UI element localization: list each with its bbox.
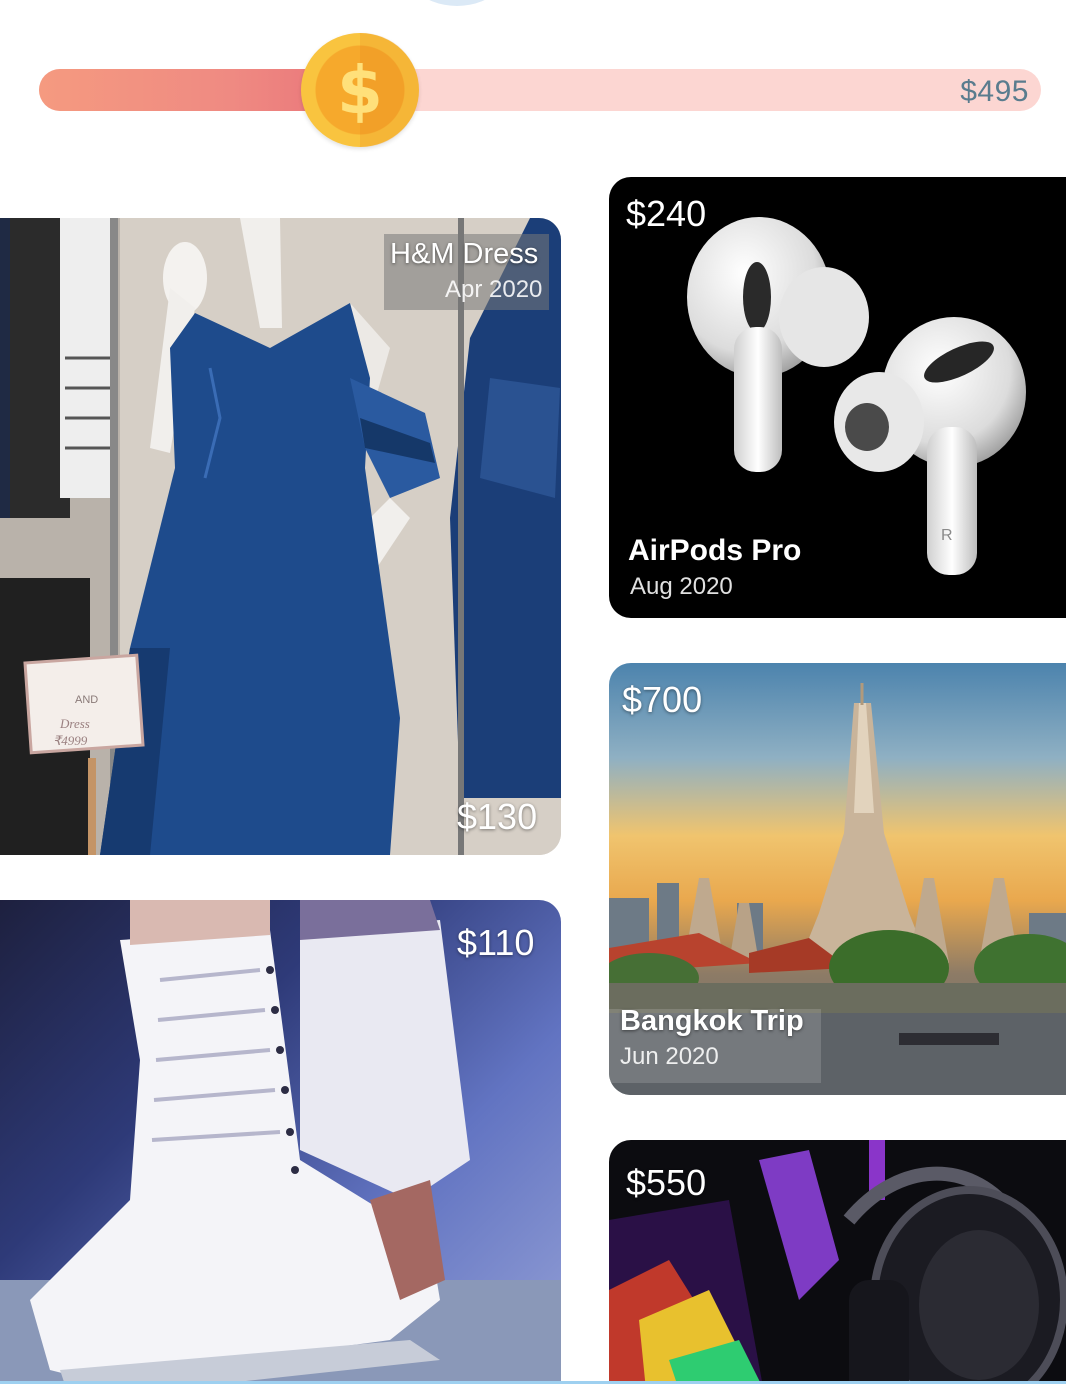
sign-top-text: AND — [75, 694, 98, 706]
sign-price-text: ₹4999 — [53, 733, 88, 748]
card-date: Aug 2020 — [630, 573, 733, 600]
card-title: Bangkok Trip — [620, 1005, 804, 1037]
wish-card-dress[interactable]: AND Dress ₹4999 H&M Dress Apr 2020 $130 — [0, 218, 561, 855]
wish-card-airpods[interactable]: R $240 AirPods Pro Aug 2020 — [609, 177, 1066, 618]
wish-card-bangkok[interactable]: $700 Bangkok Trip Jun 2020 — [609, 663, 1066, 1095]
card-date: Apr 2020 — [445, 276, 543, 303]
budget-slider[interactable]: $495 — [39, 69, 1041, 111]
card-price: $240 — [626, 193, 707, 234]
wish-card-skates[interactable]: $110 — [0, 900, 561, 1384]
card-title: H&M Dress — [390, 238, 539, 270]
card-price: $110 — [457, 922, 535, 963]
slider-value-label: $495 — [960, 75, 1029, 108]
wish-card-gaming[interactable]: $550 — [609, 1140, 1066, 1384]
dollar-glyph: $ — [337, 51, 383, 129]
dress-photo: AND Dress ₹4999 — [0, 218, 561, 855]
card-price: $550 — [626, 1162, 707, 1203]
dollar-coin-icon[interactable]: $ — [301, 33, 419, 147]
earbud-mark: R — [941, 527, 953, 544]
card-date: Jun 2020 — [620, 1043, 719, 1070]
card-price: $130 — [457, 796, 538, 837]
sign-item-text: Dress — [59, 716, 90, 731]
top-avatar-edge — [392, 0, 522, 6]
skates-photo — [0, 900, 561, 1384]
card-title: AirPods Pro — [628, 534, 802, 567]
card-price: $700 — [622, 679, 703, 720]
wishlist-screen: $495 $ AND Dress ₹4999 H&M Dress Apr 202… — [0, 0, 1066, 1384]
